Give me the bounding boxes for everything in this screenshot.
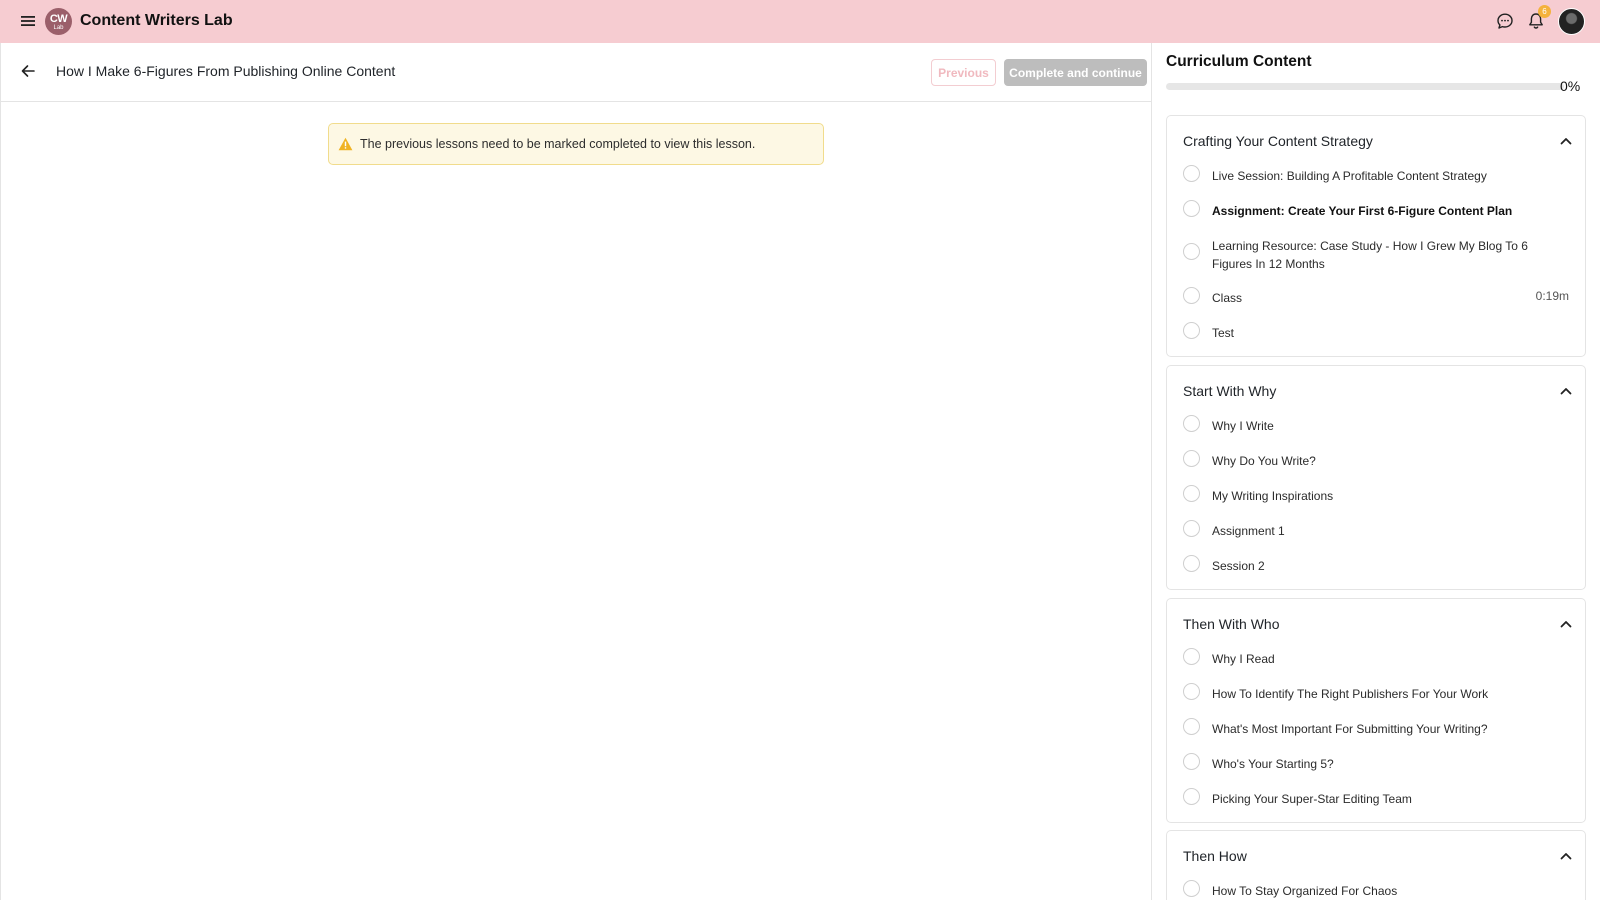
- left-border: [0, 43, 1, 900]
- lesson-item[interactable]: Why I Write: [1167, 413, 1585, 448]
- lesson-item-label: Test: [1212, 326, 1235, 340]
- lesson-item[interactable]: Session 2: [1167, 553, 1585, 588]
- app-name[interactable]: Content Writers Lab: [80, 12, 233, 30]
- completion-radio[interactable]: [1183, 788, 1200, 805]
- lesson-item[interactable]: Live Session: Building A Profitable Cont…: [1167, 163, 1585, 198]
- lesson-item[interactable]: How To Identify The Right Publishers For…: [1167, 681, 1585, 716]
- completion-radio[interactable]: [1183, 520, 1200, 537]
- locked-lesson-alert: The previous lessons need to be marked c…: [328, 123, 824, 165]
- completion-radio[interactable]: [1183, 450, 1200, 467]
- lesson-header: How I Make 6-Figures From Publishing Onl…: [0, 43, 1151, 102]
- avatar[interactable]: [1558, 8, 1585, 35]
- section-header[interactable]: Crafting Your Content Strategy: [1167, 116, 1585, 163]
- notification-badge: 6: [1538, 5, 1551, 18]
- lesson-item-label: My Writing Inspirations: [1212, 489, 1334, 503]
- lesson-item-label: Assignment 1: [1212, 524, 1285, 538]
- completion-radio[interactable]: [1183, 485, 1200, 502]
- lesson-item-label: Class: [1212, 291, 1243, 305]
- lesson-item-label: What's Most Important For Submitting You…: [1212, 722, 1488, 736]
- progress-percent: 0%: [1560, 78, 1581, 94]
- lesson-item-label: Live Session: Building A Profitable Cont…: [1212, 169, 1487, 183]
- chat-icon[interactable]: [1496, 12, 1514, 30]
- completion-radio[interactable]: [1183, 287, 1200, 304]
- lesson-item[interactable]: Why Do You Write?: [1167, 448, 1585, 483]
- app-logo[interactable]: CW Lab: [45, 8, 72, 35]
- curriculum-title: Curriculum Content: [1166, 53, 1312, 70]
- lesson-item-label: Why I Read: [1212, 652, 1275, 666]
- warning-icon: [338, 137, 353, 151]
- completion-radio[interactable]: [1183, 555, 1200, 572]
- chevron-up-icon[interactable]: [1559, 384, 1573, 398]
- back-arrow-icon[interactable]: [20, 63, 36, 79]
- lesson-duration: 0:19m: [1535, 289, 1569, 303]
- section-header[interactable]: Then How: [1167, 831, 1585, 878]
- lesson-item[interactable]: How To Stay Organized For Chaos: [1167, 878, 1585, 900]
- lesson-item[interactable]: Picking Your Super-Star Editing Team: [1167, 786, 1585, 821]
- section-header[interactable]: Start With Why: [1167, 366, 1585, 413]
- lesson-item-label: Session 2: [1212, 559, 1265, 573]
- lesson-item-label: Picking Your Super-Star Editing Team: [1212, 792, 1412, 806]
- lesson-item-label: How To Identify The Right Publishers For…: [1212, 687, 1489, 701]
- completion-radio[interactable]: [1183, 753, 1200, 770]
- progress-bar: [1166, 83, 1564, 90]
- section-header[interactable]: Then With Who: [1167, 599, 1585, 646]
- lesson-item-label: Assignment: Create Your First 6-Figure C…: [1212, 204, 1513, 218]
- logo-subtext: Lab: [53, 25, 64, 31]
- lesson-item[interactable]: Test: [1167, 320, 1585, 355]
- chevron-up-icon[interactable]: [1559, 134, 1573, 148]
- curriculum-section: Crafting Your Content Strategy Live Sess…: [1166, 115, 1586, 357]
- section-title: Then How: [1183, 848, 1247, 864]
- lesson-item-active[interactable]: Assignment: Create Your First 6-Figure C…: [1167, 198, 1585, 233]
- alert-message: The previous lessons need to be marked c…: [360, 137, 756, 151]
- top-bar: CW Lab Content Writers Lab 6: [0, 0, 1600, 43]
- completion-radio[interactable]: [1183, 200, 1200, 217]
- lesson-title: How I Make 6-Figures From Publishing Onl…: [56, 63, 396, 79]
- lesson-item[interactable]: Learning Resource: Case Study - How I Gr…: [1167, 233, 1585, 285]
- chevron-up-icon[interactable]: [1559, 849, 1573, 863]
- lesson-item[interactable]: My Writing Inspirations: [1167, 483, 1585, 518]
- section-title: Then With Who: [1183, 616, 1280, 632]
- complete-and-continue-button[interactable]: Complete and continue: [1004, 59, 1147, 86]
- logo-text: CW: [49, 13, 68, 25]
- lesson-item-label: How To Stay Organized For Chaos: [1212, 884, 1398, 898]
- curriculum-section: Start With Why Why I Write Why Do You Wr…: [1166, 365, 1586, 590]
- chevron-up-icon[interactable]: [1559, 617, 1573, 631]
- previous-button[interactable]: Previous: [931, 59, 996, 86]
- completion-radio[interactable]: [1183, 322, 1200, 339]
- lesson-item[interactable]: Why I Read: [1167, 646, 1585, 681]
- lesson-item-label: Learning Resource: Case Study - How I Gr…: [1212, 239, 1528, 271]
- lesson-item[interactable]: Assignment 1: [1167, 518, 1585, 553]
- lesson-item[interactable]: Class 0:19m: [1167, 285, 1585, 320]
- menu-icon[interactable]: [20, 13, 36, 29]
- section-title: Crafting Your Content Strategy: [1183, 133, 1373, 149]
- completion-radio[interactable]: [1183, 880, 1200, 897]
- completion-radio[interactable]: [1183, 683, 1200, 700]
- lesson-item-label: Who's Your Starting 5?: [1212, 757, 1334, 771]
- curriculum-section: Then How How To Stay Organized For Chaos: [1166, 830, 1586, 900]
- lesson-item[interactable]: Who's Your Starting 5?: [1167, 751, 1585, 786]
- completion-radio[interactable]: [1183, 648, 1200, 665]
- completion-radio[interactable]: [1183, 415, 1200, 432]
- lesson-item-label: Why I Write: [1212, 419, 1274, 433]
- completion-radio[interactable]: [1183, 165, 1200, 182]
- completion-radio[interactable]: [1183, 243, 1200, 260]
- section-title: Start With Why: [1183, 383, 1277, 399]
- completion-radio[interactable]: [1183, 718, 1200, 735]
- curriculum-section: Then With Who Why I Read How To Identify…: [1166, 598, 1586, 823]
- lesson-item[interactable]: What's Most Important For Submitting You…: [1167, 716, 1585, 751]
- lesson-item-label: Why Do You Write?: [1212, 454, 1316, 468]
